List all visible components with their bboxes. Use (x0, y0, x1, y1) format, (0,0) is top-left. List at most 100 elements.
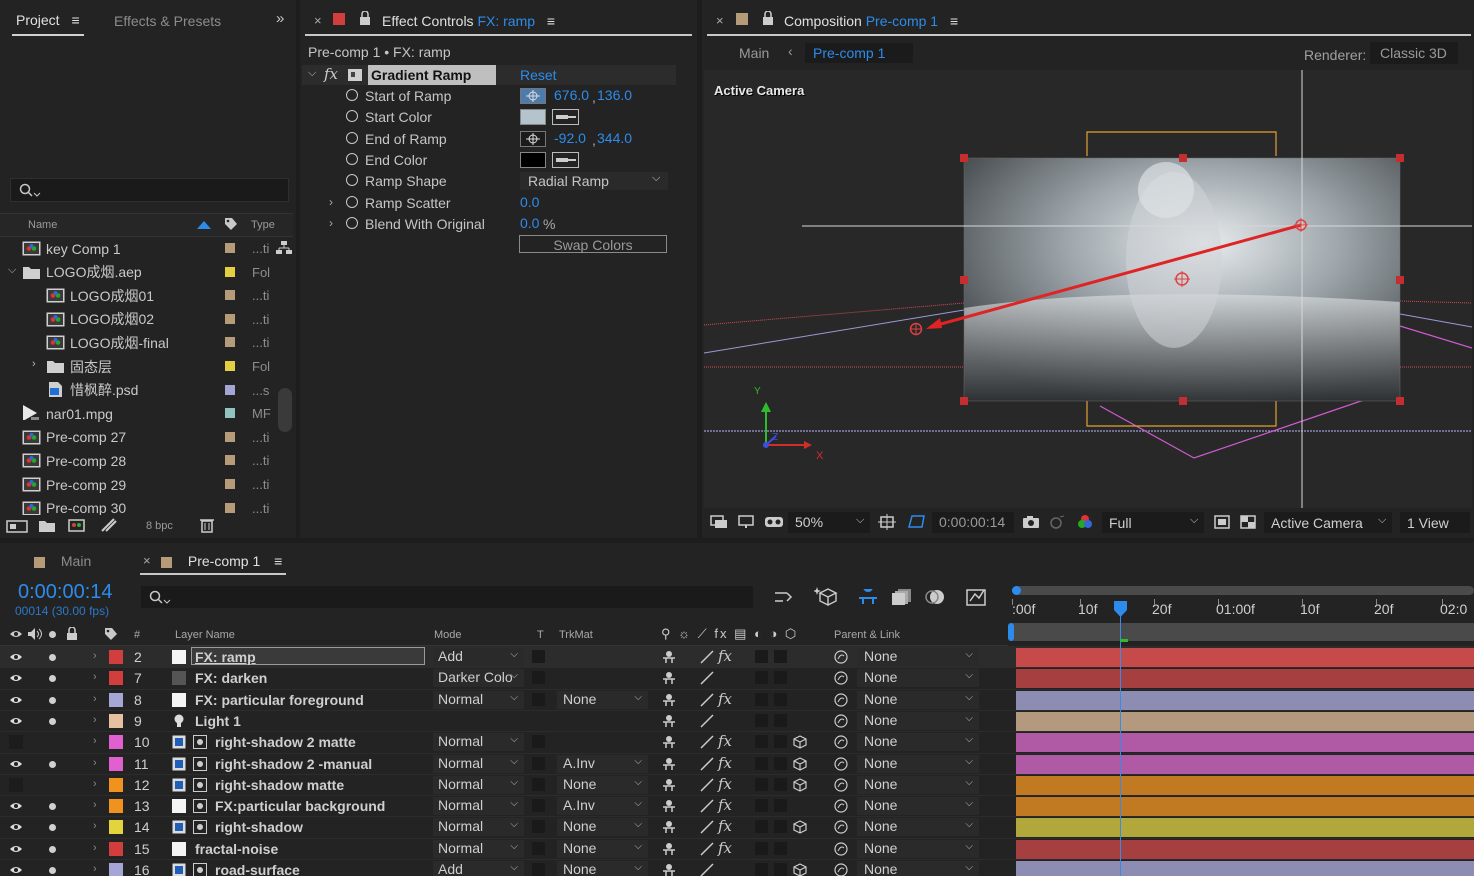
pick-whip-icon[interactable] (834, 842, 848, 856)
3d-layer-icon[interactable] (793, 863, 807, 876)
transparency-grid-icon[interactable] (1240, 515, 1256, 529)
shy-switch-icon[interactable] (662, 820, 676, 834)
parent-dropdown[interactable]: None ⌵ (857, 775, 979, 794)
shy-switch-icon[interactable] (662, 842, 676, 856)
preserve-transparency-toggle[interactable] (532, 820, 545, 834)
layer-name[interactable]: right-shadow (215, 819, 303, 835)
lock-icon[interactable] (66, 627, 78, 641)
3d-layer-icon[interactable] (793, 778, 807, 792)
preserve-transparency-toggle[interactable] (532, 756, 545, 770)
composition-tab[interactable]: Composition Pre-comp 1 ≡ (784, 13, 958, 29)
motion-blur-switch[interactable] (774, 713, 787, 727)
region-of-interest-icon[interactable] (906, 514, 926, 530)
layer-duration-bar[interactable] (1016, 775, 1474, 795)
interpret-footage-icon[interactable] (6, 519, 30, 534)
visibility-eye-icon[interactable] (9, 671, 23, 685)
snapshot-camera-icon[interactable] (1022, 515, 1040, 529)
timeline-search-input[interactable] (141, 586, 753, 608)
fx-switch-icon[interactable]: fx (718, 775, 732, 793)
motion-blur-switch[interactable] (774, 841, 787, 855)
layer-row[interactable]: › 8 FX: particular foreground Normal ⌵ None ⌵ f… (0, 688, 1474, 710)
shy-switch-icon[interactable] (662, 863, 676, 876)
project-item[interactable]: ⌵ LOGO成烟.aep Fol (0, 261, 293, 284)
close-icon[interactable]: × (716, 13, 724, 28)
new-folder-icon[interactable] (38, 519, 56, 533)
solo-dot-icon[interactable] (49, 803, 56, 811)
chevron-right-icon[interactable]: › (93, 671, 97, 683)
panel-menu-icon[interactable]: ≡ (274, 553, 282, 569)
chevron-right-icon[interactable]: › (329, 216, 333, 230)
visibility-eye-icon[interactable] (9, 757, 23, 771)
panel-menu-icon[interactable]: ≡ (950, 13, 958, 29)
effect-name[interactable]: Gradient Ramp (368, 65, 496, 85)
layer-label-color[interactable] (109, 841, 123, 856)
quality-switch-icon[interactable] (700, 693, 714, 707)
label-color-swatch[interactable] (225, 431, 235, 442)
point-x-value[interactable]: 676.0 (554, 87, 589, 103)
quality-switch-icon[interactable] (700, 671, 714, 685)
layer-row[interactable]: › 11 right-shadow 2 -manual Normal ⌵ A.Inv ⌵ fx… (0, 752, 1474, 774)
visibility-eye-icon[interactable] (9, 842, 23, 856)
project-scrollbar[interactable] (278, 388, 292, 432)
solo-dot-icon[interactable] (49, 782, 56, 789)
frame-blend-switch[interactable] (755, 863, 768, 876)
motion-blur-icon[interactable] (925, 589, 945, 605)
viewer-canvas[interactable] (704, 70, 1472, 508)
label-tag-icon[interactable] (104, 627, 118, 641)
panel-menu-icon[interactable]: ≡ (71, 12, 79, 28)
label-color-swatch[interactable] (225, 337, 235, 348)
layer-name[interactable]: right-shadow 2 matte (215, 734, 356, 750)
quality-switch-icon[interactable] (700, 778, 714, 792)
blend-mode-dropdown[interactable]: Darker Colo ⌵ (433, 669, 524, 688)
color-swatch[interactable] (520, 151, 546, 168)
stopwatch-icon[interactable] (346, 174, 358, 187)
shy-switch-icon[interactable] (662, 799, 676, 813)
visibility-eye-icon[interactable] (9, 799, 23, 813)
quality-switch-icon[interactable] (700, 650, 714, 664)
solo-dot-icon[interactable] (49, 824, 56, 832)
quality-switch-icon[interactable] (700, 799, 714, 813)
project-item[interactable]: LOGO成烟-final ...ti (0, 331, 293, 354)
parent-dropdown[interactable]: None ⌵ (857, 797, 979, 816)
quality-switch-icon[interactable] (700, 863, 714, 876)
graph-editor-icon[interactable] (966, 587, 988, 607)
blend-mode-dropdown[interactable]: Add ⌵ (433, 861, 524, 876)
timeline-timecode[interactable]: 0:00:00:14 (18, 581, 113, 604)
solo-dot-icon[interactable] (49, 739, 56, 746)
frame-blend-switch[interactable] (755, 799, 768, 813)
fx-switch-icon[interactable]: fx (718, 839, 732, 857)
chevron-right-icon[interactable]: › (329, 195, 333, 209)
layer-label-color[interactable] (109, 777, 123, 792)
project-item[interactable]: LOGO成烟02 ...ti (0, 308, 293, 331)
new-composition-icon[interactable] (68, 518, 86, 533)
project-item[interactable]: Pre-comp 27 ...ti (0, 426, 293, 449)
label-color-swatch[interactable] (225, 502, 235, 513)
layer-label-color[interactable] (109, 756, 123, 771)
tab-precomp[interactable]: Pre-comp 1 ≡ (161, 553, 282, 569)
bit-depth-button[interactable]: 8 bpc (146, 520, 173, 532)
chevron-down-icon[interactable]: ⌵ (8, 264, 16, 277)
layer-duration-bar[interactable] (1016, 711, 1474, 731)
visibility-eye-icon[interactable] (9, 650, 23, 664)
layer-row[interactable]: › 12 right-shadow matte Normal ⌵ None ⌵ fx None ⌵ (0, 773, 1474, 795)
fx-switch-icon[interactable]: fx (718, 796, 732, 814)
layer-row[interactable]: › 10 right-shadow 2 matte Normal ⌵ fx None ⌵ (0, 731, 1474, 753)
chevron-right-icon[interactable]: › (93, 650, 97, 662)
layer-duration-bar[interactable] (1016, 648, 1474, 667)
preserve-transparency-toggle[interactable] (532, 650, 545, 663)
blend-mode-dropdown[interactable]: Normal ⌵ (433, 690, 524, 709)
label-color-swatch[interactable] (225, 408, 235, 419)
blend-mode-dropdown[interactable]: Normal ⌵ (433, 754, 524, 773)
fx-switch-icon[interactable]: fx (718, 754, 732, 772)
comp-nav-main[interactable]: Main (739, 45, 769, 61)
shy-layers-icon[interactable] (857, 589, 879, 605)
visibility-toggle-off[interactable] (9, 735, 23, 750)
parent-dropdown[interactable]: None ⌵ (857, 648, 979, 666)
name-column-header[interactable]: Name (28, 219, 57, 231)
project-item[interactable]: Pre-comp 28 ...ti (0, 449, 293, 472)
layer-duration-bar[interactable] (1016, 690, 1474, 710)
blend-mode-dropdown[interactable]: Normal ⌵ (433, 818, 524, 837)
blend-mode-dropdown[interactable]: Normal ⌵ (433, 839, 524, 858)
pick-whip-icon[interactable] (834, 735, 848, 749)
motion-blur-switch[interactable] (774, 671, 787, 685)
